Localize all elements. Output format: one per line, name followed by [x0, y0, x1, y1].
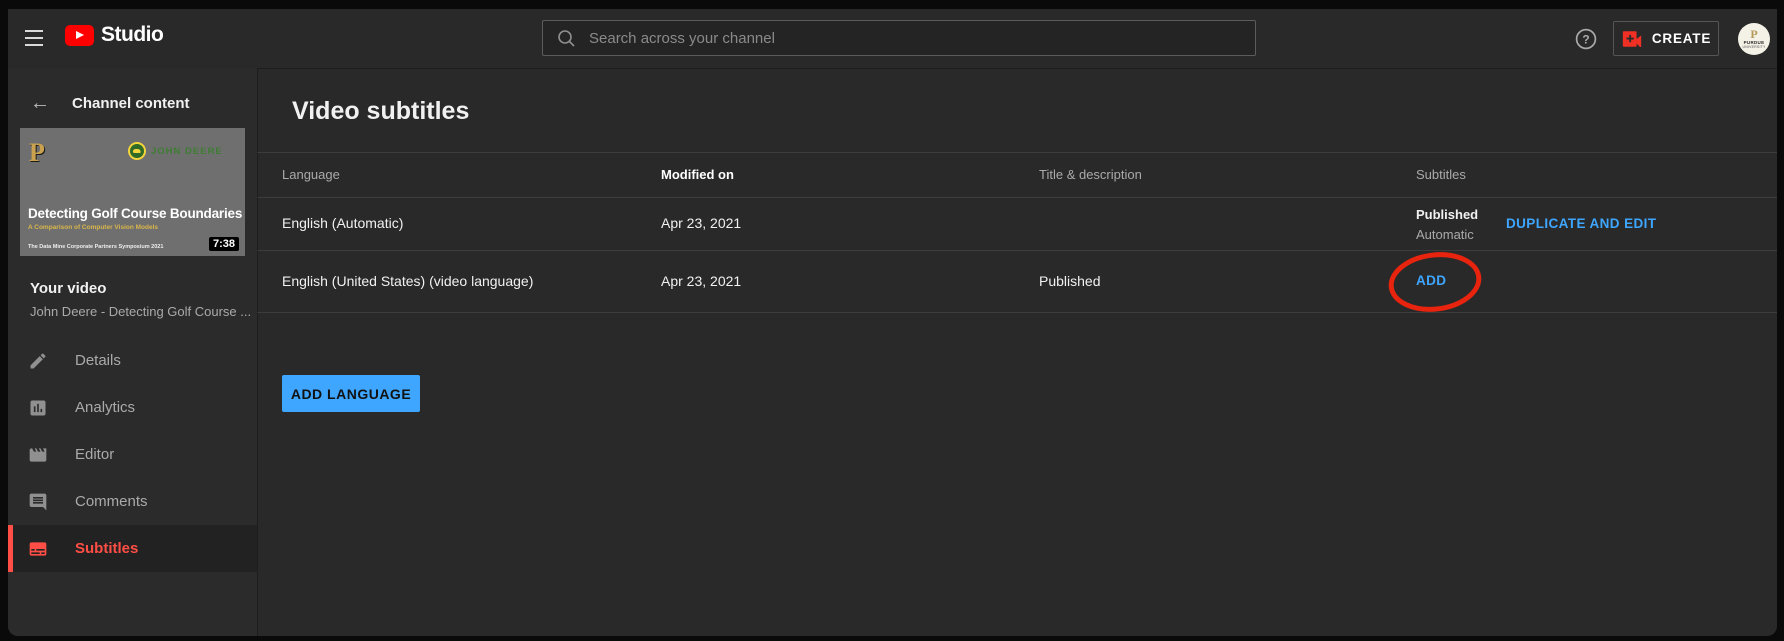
video-thumbnail[interactable]: P JOHN DEERE Detecting Golf Course Bound…	[20, 128, 245, 256]
duplicate-and-edit-button[interactable]: DUPLICATE AND EDIT	[1506, 197, 1656, 250]
analytics-icon	[28, 398, 48, 418]
row1-subtitles-status: Published	[1416, 205, 1478, 225]
account-avatar[interactable]: P PURDUE UNIVERSITY	[1738, 23, 1770, 55]
column-header-subtitles: Subtitles	[1416, 152, 1466, 197]
search-icon	[557, 29, 575, 47]
subtitles-icon	[28, 539, 48, 559]
page-title: Video subtitles	[292, 97, 469, 126]
avatar-text-2: UNIVERSITY	[1742, 45, 1765, 49]
back-navigation: ← Channel content	[8, 86, 257, 120]
youtube-studio-logo[interactable]: Studio	[65, 23, 163, 47]
back-label: Channel content	[72, 95, 190, 112]
topbar: Studio ? CREATE	[8, 9, 1777, 68]
purdue-logo: P	[29, 140, 45, 166]
hamburger-menu-icon[interactable]	[25, 30, 43, 46]
comments-icon	[28, 492, 48, 512]
pencil-icon	[28, 351, 48, 371]
john-deere-deer-icon	[128, 142, 146, 160]
studio-window: Studio ? CREATE	[8, 9, 1777, 636]
add-subtitles-button[interactable]: ADD	[1416, 250, 1446, 312]
john-deere-logo: JOHN DEERE	[128, 142, 223, 160]
sidebar-item-comments[interactable]: Comments	[8, 478, 257, 525]
video-duration-badge: 7:38	[209, 237, 239, 251]
thumbnail-title: Detecting Golf Course Boundaries	[28, 206, 242, 221]
table-bottom-divider	[257, 312, 1777, 313]
sidebar-item-details[interactable]: Details	[8, 337, 257, 384]
sidebar-menu: Details Analytics Editor Comments	[8, 337, 257, 572]
search-input[interactable]	[589, 30, 1241, 47]
thumbnail-footer: The Data Mine Corporate Partners Symposi…	[28, 244, 163, 250]
brand-name: Studio	[101, 23, 163, 47]
column-header-language: Language	[282, 152, 340, 197]
row2-language: English (United States) (video language)	[282, 250, 533, 312]
row2-modified-on: Apr 23, 2021	[661, 250, 741, 312]
svg-text:?: ?	[1582, 33, 1589, 47]
row1-language: English (Automatic)	[282, 197, 403, 250]
create-video-icon	[1621, 31, 1643, 47]
create-button-label: CREATE	[1652, 31, 1711, 46]
row2-title-description: Published	[1039, 250, 1101, 312]
sidebar-item-editor[interactable]: Editor	[8, 431, 257, 478]
video-name: John Deere - Detecting Golf Course ...	[30, 304, 251, 319]
row1-subtitles-substatus: Automatic	[1416, 225, 1474, 245]
avatar-letter: P	[1750, 29, 1757, 40]
search-bar[interactable]	[542, 20, 1256, 56]
column-header-modified-on: Modified on	[661, 152, 734, 197]
screenshot-page: Studio ? CREATE	[0, 0, 1784, 641]
back-arrow-icon[interactable]: ←	[30, 93, 50, 113]
editor-icon	[28, 445, 48, 465]
table-top-divider	[257, 152, 1777, 153]
add-language-button[interactable]: ADD LANGUAGE	[282, 375, 420, 412]
column-header-title-description: Title & description	[1039, 152, 1142, 197]
sidebar-divider	[257, 68, 258, 636]
thumbnail-subtitle: A Comparison of Computer Vision Models	[28, 224, 158, 231]
create-button[interactable]: CREATE	[1613, 21, 1719, 56]
youtube-play-icon	[65, 25, 94, 46]
row1-modified-on: Apr 23, 2021	[661, 197, 741, 250]
sidebar-item-analytics[interactable]: Analytics	[8, 384, 257, 431]
sidebar-item-subtitles[interactable]: Subtitles	[8, 525, 257, 572]
help-icon[interactable]: ?	[1575, 28, 1597, 50]
your-video-heading: Your video	[30, 280, 106, 297]
